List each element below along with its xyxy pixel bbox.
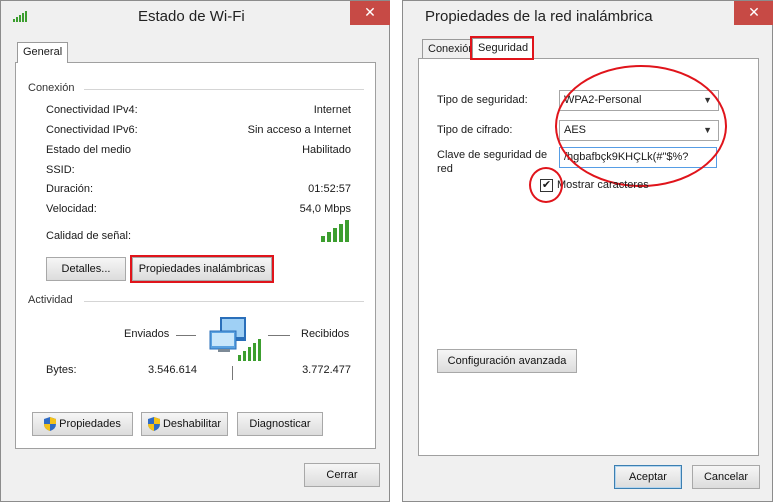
encryption-type-value: AES (564, 124, 587, 136)
security-panel: Tipo de seguridad: WPA2-Personal ▼ Tipo … (418, 58, 759, 456)
wireless-properties-button[interactable]: Propiedades inalámbricas (132, 257, 272, 281)
network-key-input[interactable]: /hgbafbçk9KHÇLk(#"$%? (559, 147, 717, 168)
cancel-button-label: Cancelar (703, 471, 749, 483)
disable-button-label: Deshabilitar (162, 418, 222, 430)
ipv4-value: Internet (313, 104, 351, 116)
media-state-value: Habilitado (302, 144, 351, 156)
network-key-label: Clave de seguridad de (437, 149, 548, 161)
tab-general[interactable]: General (17, 42, 69, 63)
diagnose-button-label: Diagnosticar (249, 418, 311, 430)
close-button[interactable]: Cerrar (304, 463, 380, 487)
encryption-type-label: Tipo de cifrado: (437, 124, 513, 136)
bytes-label: Bytes: (46, 364, 77, 376)
duration-value: 01:52:57 (308, 183, 351, 195)
general-panel: Conexión Conectividad IPv4: Internet Con… (15, 62, 376, 449)
wifi-status-window: Estado de Wi-Fi ✕ General Conexión Conec… (0, 0, 390, 502)
ipv4-label: Conectividad IPv4: (46, 104, 138, 116)
tab-security[interactable]: Seguridad (472, 38, 535, 59)
speed-label: Velocidad: (46, 203, 97, 215)
signal-quality-label: Calidad de señal: (46, 230, 132, 242)
wireless-properties-button-label: Propiedades inalámbricas (138, 263, 266, 275)
show-characters-label: Mostrar caracteres (557, 179, 649, 191)
close-icon[interactable]: ✕ (734, 1, 773, 25)
details-button[interactable]: Detalles... (46, 257, 126, 281)
shield-icon (44, 417, 57, 432)
window-title: Estado de Wi-Fi (138, 8, 245, 25)
ssid-label: SSID: (46, 164, 75, 176)
checkmark-icon: ✔ (541, 179, 552, 191)
properties-button-label: Propiedades (59, 418, 121, 430)
security-type-select[interactable]: WPA2-Personal ▼ (559, 90, 719, 111)
close-button-label: Cerrar (326, 469, 358, 481)
title-bar[interactable]: Estado de Wi-Fi ✕ (1, 1, 390, 33)
ipv6-label: Conectividad IPv6: (46, 124, 138, 136)
wireless-properties-window: Propiedades de la red inalámbrica ✕ Cone… (402, 0, 773, 502)
disable-button[interactable]: Deshabilitar (141, 412, 228, 436)
duration-label: Duración: (46, 183, 94, 195)
security-type-label: Tipo de seguridad: (437, 94, 528, 106)
accept-button[interactable]: Aceptar (614, 465, 682, 489)
diagnose-button[interactable]: Diagnosticar (237, 412, 323, 436)
activity-header: Actividad (28, 294, 73, 306)
close-icon[interactable]: ✕ (350, 1, 390, 25)
sent-line (176, 335, 196, 336)
sent-label: Enviados (124, 328, 170, 340)
chevron-down-icon: ▼ (703, 95, 712, 105)
ipv6-value: Sin acceso a Internet (247, 124, 351, 136)
media-state-label: Estado del medio (46, 144, 131, 156)
security-type-value: WPA2-Personal (564, 94, 642, 106)
speed-value: 54,0 Mbps (299, 203, 351, 215)
shield-icon (147, 417, 160, 432)
accept-button-label: Aceptar (629, 471, 667, 483)
divider (84, 89, 364, 90)
advanced-settings-button-label: Configuración avanzada (447, 355, 567, 367)
network-computer-icon (209, 317, 261, 361)
activity-separator (232, 366, 233, 380)
connection-header: Conexión (28, 82, 75, 94)
received-label: Recibidos (301, 328, 350, 340)
bytes-received-value: 3.772.477 (302, 364, 351, 376)
network-key-value: /hgbafbçk9KHÇLk(#"$%? (564, 151, 689, 163)
divider (84, 301, 364, 302)
window-title: Propiedades de la red inalámbrica (425, 8, 653, 25)
advanced-settings-button[interactable]: Configuración avanzada (437, 349, 577, 373)
encryption-type-select[interactable]: AES ▼ (559, 120, 719, 141)
wifi-signal-icon (13, 11, 27, 22)
properties-button[interactable]: Propiedades (32, 412, 133, 436)
details-button-label: Detalles... (61, 263, 111, 275)
chevron-down-icon: ▼ (703, 125, 712, 135)
title-bar[interactable]: Propiedades de la red inalámbrica ✕ (403, 1, 773, 33)
bytes-sent-value: 3.546.614 (148, 364, 197, 376)
wifi-signal-icon (321, 220, 349, 242)
received-line (268, 335, 290, 336)
cancel-button[interactable]: Cancelar (692, 465, 760, 489)
network-key-label-line2: red (437, 163, 453, 175)
show-characters-checkbox[interactable]: ✔ (540, 179, 553, 192)
